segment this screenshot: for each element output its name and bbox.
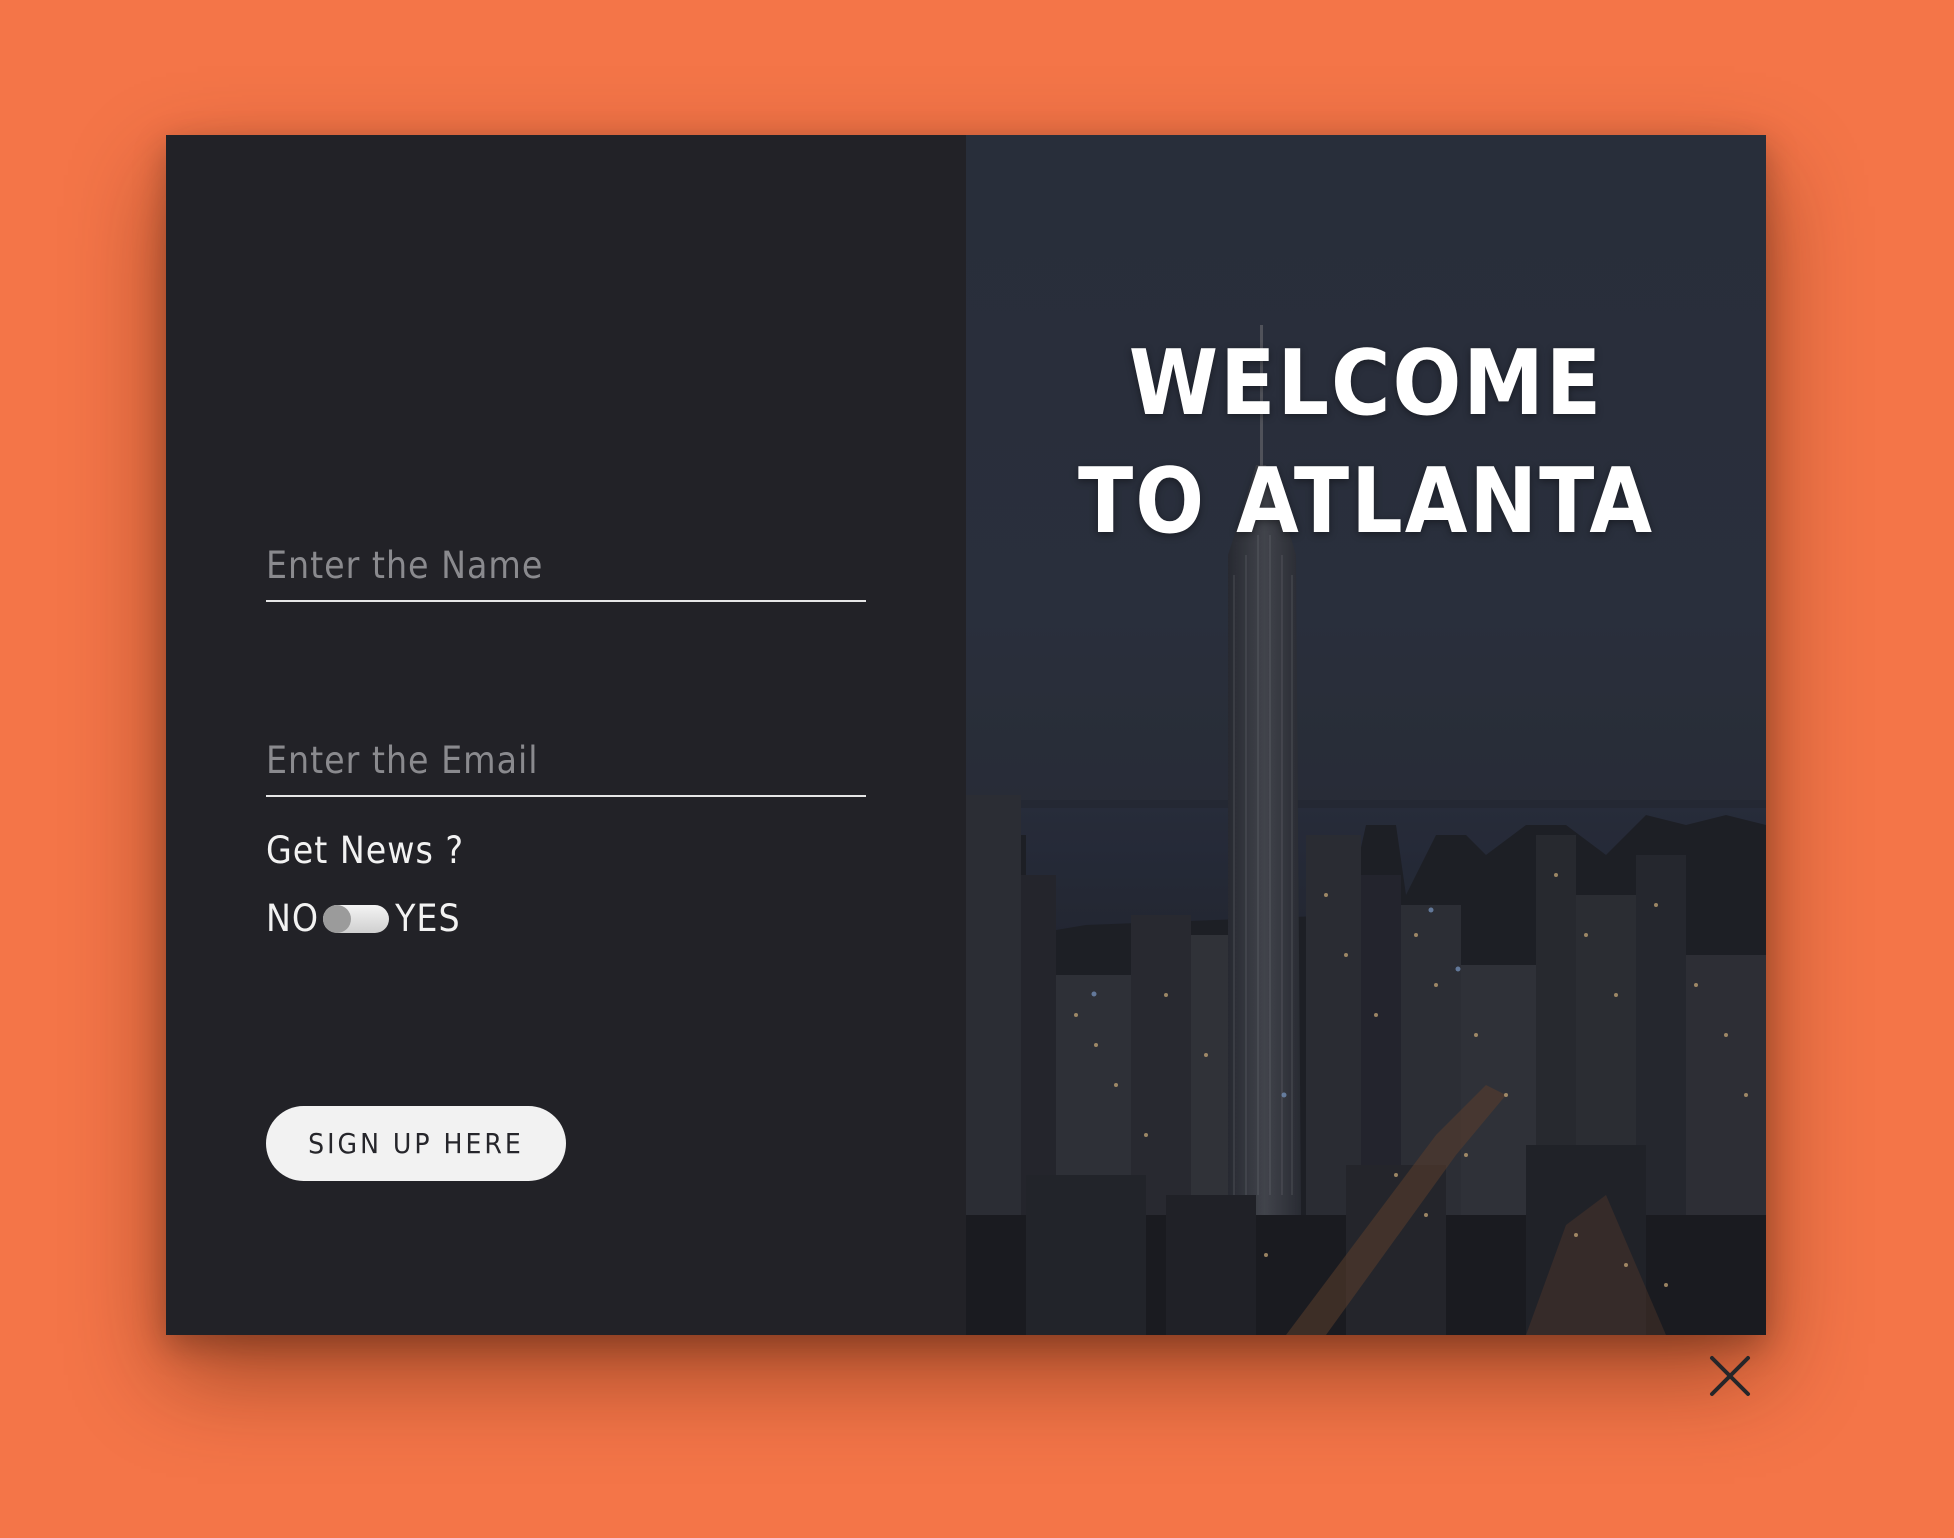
- news-toggle[interactable]: [323, 904, 390, 933]
- news-toggle-row: NO YES: [266, 897, 461, 940]
- email-input[interactable]: [266, 725, 866, 795]
- close-icon[interactable]: [1708, 1354, 1752, 1398]
- signup-button[interactable]: SIGN UP HERE: [266, 1106, 566, 1181]
- toggle-knob[interactable]: [323, 904, 352, 933]
- city-image-panel: WELCOME TO ATLANTA: [966, 135, 1766, 1335]
- name-input[interactable]: [266, 530, 866, 600]
- email-field-wrapper: [266, 725, 866, 797]
- city-skyline-image: [966, 135, 1766, 1335]
- signup-modal: Get News ? NO YES SIGN UP HERE: [166, 135, 1766, 1335]
- toggle-yes-label: YES: [395, 897, 461, 940]
- welcome-line-1: WELCOME: [1128, 331, 1604, 436]
- welcome-heading: WELCOME TO ATLANTA: [966, 325, 1766, 561]
- welcome-line-2: TO ATLANTA: [1077, 449, 1655, 554]
- name-field-wrapper: [266, 530, 866, 602]
- news-question-label: Get News ?: [266, 829, 465, 872]
- signup-form-panel: Get News ? NO YES SIGN UP HERE: [166, 135, 966, 1335]
- toggle-no-label: NO: [266, 897, 320, 940]
